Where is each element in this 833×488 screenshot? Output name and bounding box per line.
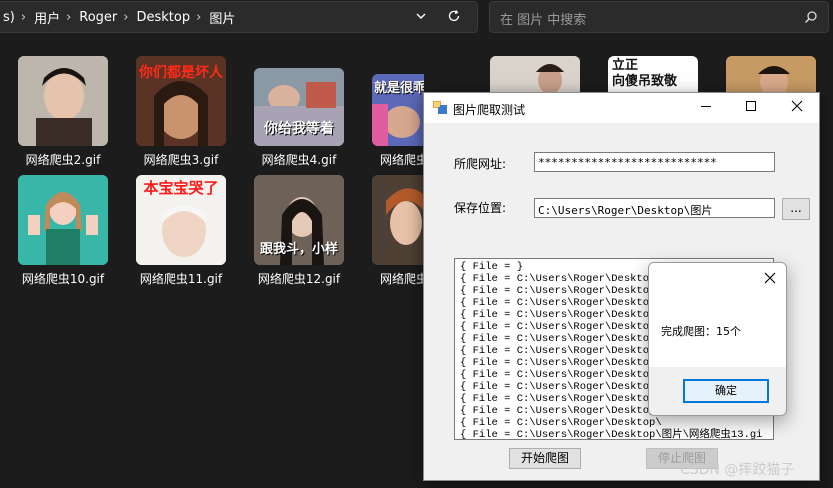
- thumbnail-image[interactable]: 本宝宝哭了: [136, 175, 226, 265]
- breadcrumb-item[interactable]: Roger: [79, 10, 117, 25]
- file-label[interactable]: 网络爬虫: [362, 151, 423, 168]
- breadcrumb-item[interactable]: s): [3, 10, 15, 25]
- search-icon[interactable]: [804, 10, 818, 24]
- message-text: 完成爬图：15个: [661, 325, 741, 338]
- breadcrumb-item[interactable]: Desktop: [136, 10, 190, 25]
- thumbnail-image[interactable]: [18, 175, 108, 265]
- meme-caption: 你们都是坏人: [139, 65, 223, 81]
- breadcrumb-item[interactable]: 图片: [209, 8, 235, 27]
- meme-caption: 本宝宝哭了: [143, 179, 219, 197]
- chevron-right-icon: ›: [20, 9, 27, 25]
- close-icon[interactable]: [790, 99, 804, 113]
- person-photo: [18, 175, 108, 265]
- thumbnail-image[interactable]: [726, 56, 816, 92]
- message-box: 完成爬图：15个 确定: [648, 262, 787, 416]
- breadcrumb-item[interactable]: 用户: [34, 8, 60, 27]
- meme-caption: 跟我斗，小样: [259, 242, 338, 257]
- file-label[interactable]: 网络爬虫12.gif: [244, 270, 354, 287]
- save-location-label: 保存位置:: [454, 201, 507, 215]
- person-photo: [18, 56, 108, 146]
- chevron-right-icon: ›: [123, 9, 129, 25]
- thumbnail-image[interactable]: 就是很乖: [372, 74, 424, 146]
- search-input[interactable]: 在 图片 中搜索: [489, 1, 829, 33]
- address-bar[interactable]: s) › 用户 › Roger › Desktop › 图片: [0, 1, 478, 33]
- watermark: CSDN @摔跤猫子: [680, 462, 795, 478]
- person-photo: [490, 56, 580, 92]
- ok-button[interactable]: 确定: [683, 379, 769, 403]
- save-location-field[interactable]: C:\Users\Roger\Desktop\图片: [534, 198, 775, 218]
- minimize-icon[interactable]: [699, 99, 713, 113]
- thumbnail-image[interactable]: 你们都是坏人: [136, 56, 226, 146]
- file-label[interactable]: 网络爬虫3.gif: [126, 151, 236, 168]
- url-label: 所爬网址:: [454, 157, 507, 171]
- file-label[interactable]: 网络爬虫11.gif: [126, 270, 236, 287]
- thumbnail-image[interactable]: 立正 向傻吊致敬: [608, 56, 698, 92]
- maximize-icon[interactable]: [744, 99, 758, 113]
- window-title: 图片爬取测试: [453, 103, 526, 117]
- log-line: { File = C:\Users\Roger\Desktop\图片\网络爬虫1…: [460, 429, 763, 440]
- chevron-right-icon: ›: [66, 9, 72, 25]
- refresh-icon[interactable]: [447, 9, 461, 23]
- url-field[interactable]: ***************************: [534, 152, 775, 172]
- title-bar[interactable]: 图片爬取测试: [424, 93, 819, 123]
- chevron-down-icon[interactable]: [415, 10, 427, 22]
- search-placeholder: 在 图片 中搜索: [500, 13, 587, 28]
- thumbnail-image[interactable]: [372, 175, 424, 265]
- thumbnail-image[interactable]: [18, 56, 108, 146]
- file-label[interactable]: 网络爬虫2.gif: [8, 151, 118, 168]
- meme-caption: 就是很乖: [374, 81, 424, 96]
- explorer-toolbar: s) › 用户 › Roger › Desktop › 图片 在 图片 中搜索: [0, 0, 833, 36]
- person-photo: [726, 56, 816, 92]
- meme-caption: 立正 向傻吊致敬: [612, 58, 678, 89]
- file-label[interactable]: 网络爬虫4.gif: [244, 151, 354, 168]
- browse-button[interactable]: ...: [782, 198, 810, 220]
- person-photo: [372, 175, 424, 265]
- thumbnail-image[interactable]: 跟我斗，小样: [254, 175, 344, 265]
- file-label[interactable]: 网络爬虫: [362, 270, 423, 287]
- meme-caption: 你给我等着: [264, 121, 334, 137]
- chevron-right-icon: ›: [196, 9, 202, 25]
- file-label[interactable]: 网络爬虫10.gif: [8, 270, 118, 287]
- close-icon[interactable]: [763, 271, 777, 285]
- thumbnail-image[interactable]: 你给我等着: [254, 68, 344, 146]
- thumbnail-image[interactable]: [490, 56, 580, 92]
- log-line: { File = C:\Users\Roger\Desktop\: [460, 417, 662, 429]
- app-icon: [433, 101, 447, 114]
- start-crawl-button[interactable]: 开始爬图: [509, 448, 581, 469]
